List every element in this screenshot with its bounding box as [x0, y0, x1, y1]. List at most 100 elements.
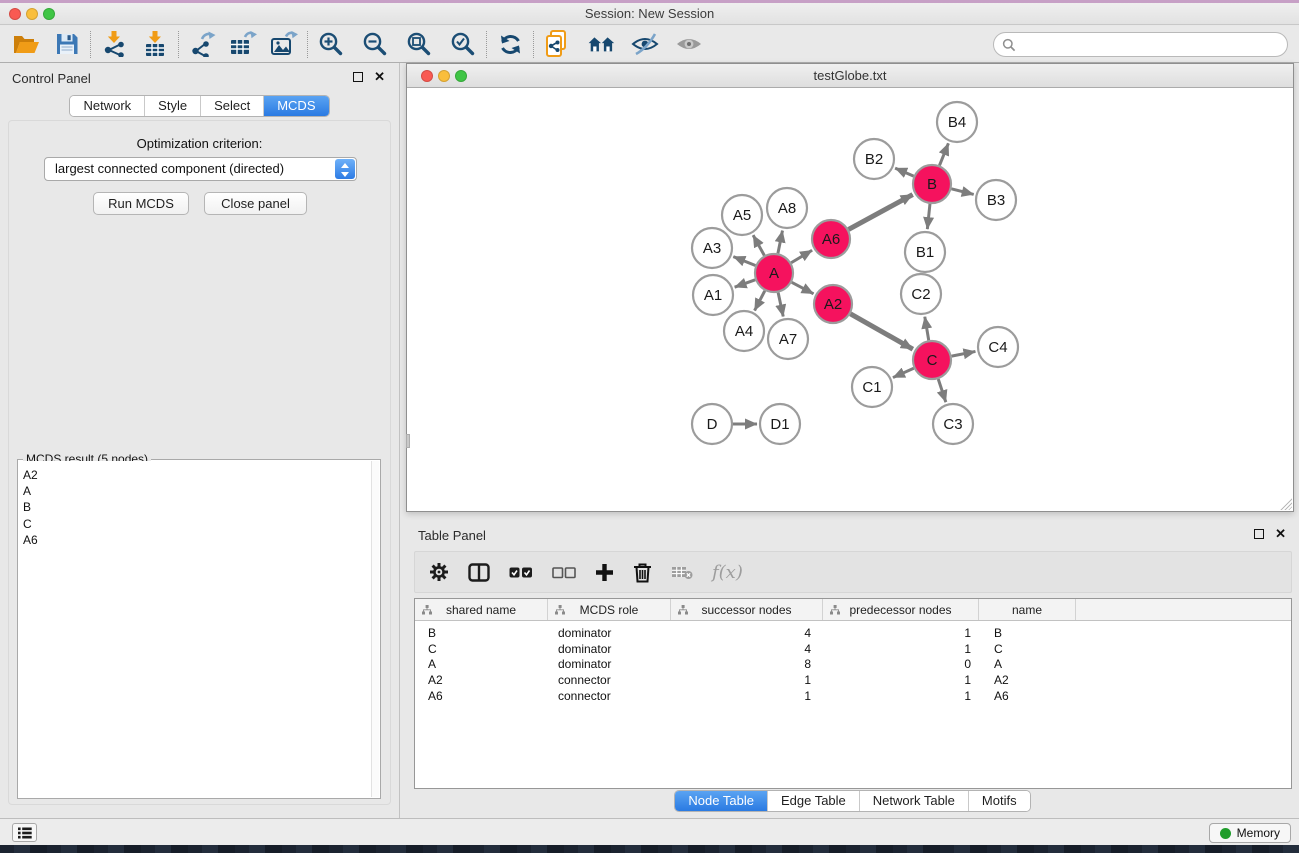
- open-session-icon[interactable]: [12, 30, 40, 58]
- node-D1[interactable]: D1: [760, 404, 800, 444]
- network-window-titlebar[interactable]: testGlobe.txt: [407, 64, 1293, 88]
- deselect-all-columns-icon[interactable]: [552, 566, 576, 579]
- settings-gear-icon[interactable]: [429, 562, 449, 582]
- close-table-panel-icon[interactable]: ✕: [1275, 529, 1286, 539]
- node-A[interactable]: A: [755, 254, 793, 292]
- export-table-icon[interactable]: [229, 30, 257, 58]
- show-all-icon[interactable]: [675, 30, 703, 58]
- memory-button[interactable]: Memory: [1209, 823, 1291, 843]
- tab-network[interactable]: Network: [70, 96, 144, 116]
- export-network-icon[interactable]: [188, 30, 216, 58]
- window-resize-grip[interactable]: [1278, 496, 1292, 510]
- add-column-icon[interactable]: [595, 563, 614, 582]
- close-panel-icon[interactable]: ✕: [374, 72, 385, 82]
- zoom-fit-icon[interactable]: [405, 30, 433, 58]
- node-B3[interactable]: B3: [976, 180, 1016, 220]
- mcds-result-item[interactable]: A2: [23, 467, 371, 483]
- node-A4[interactable]: A4: [724, 311, 764, 351]
- table-row[interactable]: Adominator80A: [415, 657, 1291, 673]
- network-canvas[interactable]: B4B2BB3A5A8A6A3B1AC2A1A2A4A7C4CC1C3DD1: [407, 88, 1293, 511]
- mcds-result-item[interactable]: A6: [23, 532, 371, 548]
- table-row[interactable]: A6connector11A6: [415, 688, 1291, 704]
- tab-mcds[interactable]: MCDS: [263, 96, 328, 116]
- hide-selected-icon[interactable]: [631, 30, 659, 58]
- table-header-row[interactable]: shared nameMCDS rolesuccessor nodesprede…: [415, 599, 1291, 621]
- tab-network-table[interactable]: Network Table: [859, 791, 968, 811]
- tab-select[interactable]: Select: [200, 96, 263, 116]
- table-row[interactable]: Cdominator41C: [415, 641, 1291, 657]
- window-edge-handle[interactable]: [406, 434, 410, 448]
- import-table-icon[interactable]: [141, 30, 169, 58]
- run-mcds-button[interactable]: Run MCDS: [93, 192, 189, 215]
- function-builder-icon[interactable]: f(x): [712, 562, 743, 583]
- node-table[interactable]: shared nameMCDS rolesuccessor nodesprede…: [414, 598, 1292, 789]
- table-row[interactable]: A2connector11A2: [415, 672, 1291, 688]
- edge-A-A4[interactable]: [755, 291, 765, 311]
- edge-A-A1[interactable]: [735, 280, 756, 287]
- network-graph[interactable]: B4B2BB3A5A8A6A3B1AC2A1A2A4A7C4CC1C3DD1: [407, 88, 1293, 511]
- mcds-result-item[interactable]: A: [23, 483, 371, 499]
- mcds-result-scrollbar[interactable]: [371, 461, 379, 797]
- refresh-icon[interactable]: [496, 30, 524, 58]
- delete-columns-trash-icon[interactable]: [633, 562, 652, 583]
- node-B1[interactable]: B1: [905, 232, 945, 272]
- edge-A-A8[interactable]: [778, 231, 783, 254]
- float-table-panel-icon[interactable]: [1254, 529, 1264, 539]
- edge-C-C2[interactable]: [925, 317, 929, 341]
- node-A8[interactable]: A8: [767, 188, 807, 228]
- node-C4[interactable]: C4: [978, 327, 1018, 367]
- criterion-dropdown[interactable]: largest connected component (directed): [44, 157, 357, 181]
- task-history-button[interactable]: [12, 823, 37, 842]
- node-C2[interactable]: C2: [901, 274, 941, 314]
- column-header-shared-name[interactable]: shared name: [415, 599, 548, 620]
- node-C1[interactable]: C1: [852, 367, 892, 407]
- node-A3[interactable]: A3: [692, 228, 732, 268]
- first-neighbors-icon[interactable]: [587, 30, 615, 58]
- column-header-predecessor-nodes[interactable]: predecessor nodes: [823, 599, 979, 620]
- node-A7[interactable]: A7: [768, 319, 808, 359]
- node-C[interactable]: C: [913, 341, 951, 379]
- mcds-result-list[interactable]: A2ABCA6: [19, 461, 371, 797]
- tab-motifs[interactable]: Motifs: [968, 791, 1030, 811]
- edge-B-B3[interactable]: [951, 189, 973, 195]
- edge-A2-C[interactable]: [850, 314, 912, 349]
- tab-node-table[interactable]: Node Table: [675, 791, 767, 811]
- node-D[interactable]: D: [692, 404, 732, 444]
- edge-B-B2[interactable]: [895, 168, 914, 176]
- tab-style[interactable]: Style: [144, 96, 200, 116]
- select-all-columns-icon[interactable]: [509, 566, 533, 579]
- new-network-from-selection-icon[interactable]: [543, 30, 571, 58]
- node-A5[interactable]: A5: [722, 195, 762, 235]
- edge-A-A3[interactable]: [733, 257, 755, 266]
- table-body[interactable]: Bdominator41BCdominator41CAdominator80AA…: [415, 625, 1291, 704]
- zoom-out-icon[interactable]: [361, 30, 389, 58]
- zoom-in-icon[interactable]: [317, 30, 345, 58]
- edge-A-A2[interactable]: [792, 282, 814, 293]
- edge-A-A5[interactable]: [753, 235, 764, 255]
- node-B2[interactable]: B2: [854, 139, 894, 179]
- edge-B-B4[interactable]: [939, 143, 948, 165]
- mcds-result-item[interactable]: B: [23, 499, 371, 515]
- edge-C-C1[interactable]: [893, 368, 914, 377]
- float-panel-icon[interactable]: [353, 72, 363, 82]
- save-session-icon[interactable]: [53, 30, 81, 58]
- node-B4[interactable]: B4: [937, 102, 977, 142]
- export-image-icon[interactable]: [270, 30, 298, 58]
- edge-B-B1[interactable]: [927, 204, 930, 229]
- table-row[interactable]: Bdominator41B: [415, 625, 1291, 641]
- node-A1[interactable]: A1: [693, 275, 733, 315]
- edge-A6-B[interactable]: [849, 195, 913, 230]
- node-A6[interactable]: A6: [812, 220, 850, 258]
- edge-C-C3[interactable]: [938, 379, 946, 402]
- node-A2[interactable]: A2: [814, 285, 852, 323]
- mcds-result-item[interactable]: C: [23, 516, 371, 532]
- import-network-icon[interactable]: [100, 30, 128, 58]
- column-header-successor-nodes[interactable]: successor nodes: [671, 599, 823, 620]
- node-B[interactable]: B: [913, 165, 951, 203]
- edge-C-C4[interactable]: [952, 351, 976, 356]
- tab-edge-table[interactable]: Edge Table: [767, 791, 859, 811]
- zoom-selected-icon[interactable]: [449, 30, 477, 58]
- column-header-name[interactable]: name: [979, 599, 1076, 620]
- delete-table-icon[interactable]: [671, 564, 693, 580]
- edge-A-A7[interactable]: [778, 293, 783, 317]
